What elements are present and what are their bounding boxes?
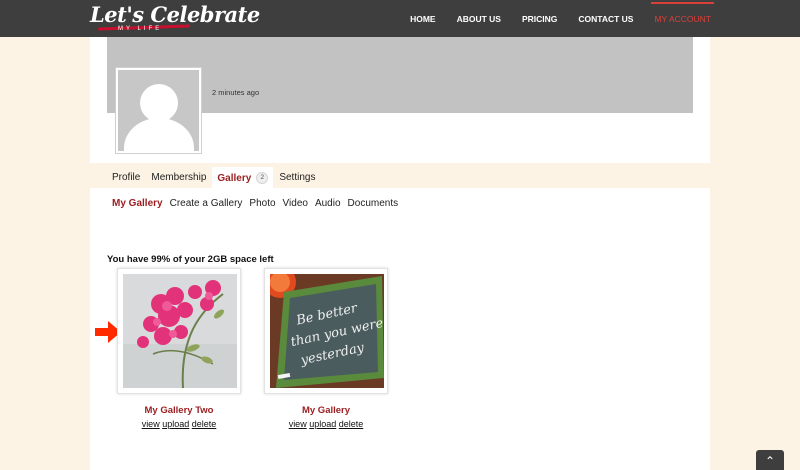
subtab-audio[interactable]: Audio: [315, 198, 341, 209]
main-nav: HOME ABOUT US PRICING CONTACT US MY ACCO…: [389, 0, 714, 37]
tab-profile[interactable]: Profile: [107, 167, 145, 183]
gallery-subtabs: My Gallery Create a Gallery Photo Video …: [112, 198, 405, 209]
delete-link[interactable]: delete: [192, 419, 217, 429]
view-link[interactable]: view: [289, 419, 307, 429]
logo-subtext: MY LIFE: [118, 26, 163, 32]
site-logo[interactable]: Let's Celebrate MY LIFE: [90, 2, 260, 35]
view-link[interactable]: view: [142, 419, 160, 429]
upload-link[interactable]: upload: [309, 419, 336, 429]
subtab-create-gallery[interactable]: Create a Gallery: [170, 198, 243, 209]
storage-space-note: You have 99% of your 2GB space left: [107, 254, 274, 265]
upload-link[interactable]: upload: [162, 419, 189, 429]
tab-gallery[interactable]: Gallery 2: [212, 167, 274, 189]
gallery-actions: view upload delete: [117, 419, 241, 429]
logo-text: Let's Celebrate: [90, 2, 260, 27]
gallery-count-badge: 2: [256, 172, 269, 184]
flower-image: [123, 274, 237, 388]
avatar-head: [140, 84, 178, 122]
nav-pricing[interactable]: PRICING: [522, 14, 557, 24]
gallery-title[interactable]: My Gallery Two: [117, 405, 241, 416]
gallery-thumbnail[interactable]: [123, 274, 237, 388]
nav-home[interactable]: HOME: [410, 14, 436, 24]
profile-tabs: Profile Membership Gallery 2 Settings: [107, 167, 321, 189]
chevron-up-icon: ⌃: [764, 454, 776, 468]
gallery-card[interactable]: [117, 268, 241, 394]
subtab-documents[interactable]: Documents: [348, 198, 399, 209]
gallery-title[interactable]: My Gallery: [264, 405, 388, 416]
site-header: Let's Celebrate MY LIFE HOME ABOUT US PR…: [0, 0, 800, 37]
delete-link[interactable]: delete: [339, 419, 364, 429]
nav-about-us[interactable]: ABOUT US: [457, 14, 501, 24]
tab-settings[interactable]: Settings: [274, 167, 320, 183]
gallery-thumbnail[interactable]: Be better than you were yesterday: [270, 274, 384, 388]
gallery-card[interactable]: Be better than you were yesterday: [264, 268, 388, 394]
subtab-photo[interactable]: Photo: [249, 198, 275, 209]
tab-gallery-label: Gallery: [217, 172, 252, 184]
tab-membership[interactable]: Membership: [146, 167, 211, 183]
nav-my-account[interactable]: MY ACCOUNT: [651, 1, 714, 24]
avatar[interactable]: [115, 67, 202, 154]
gallery-actions: view upload delete: [264, 419, 388, 429]
subtab-video[interactable]: Video: [283, 198, 308, 209]
nav-contact-us[interactable]: CONTACT US: [578, 14, 633, 24]
last-active-time: 2 minutes ago: [212, 88, 260, 97]
avatar-body: [124, 118, 194, 151]
subtab-my-gallery[interactable]: My Gallery: [112, 198, 163, 209]
chalkboard-image: Be better than you were yesterday: [270, 274, 384, 388]
back-to-top-button[interactable]: ⌃: [756, 450, 784, 470]
